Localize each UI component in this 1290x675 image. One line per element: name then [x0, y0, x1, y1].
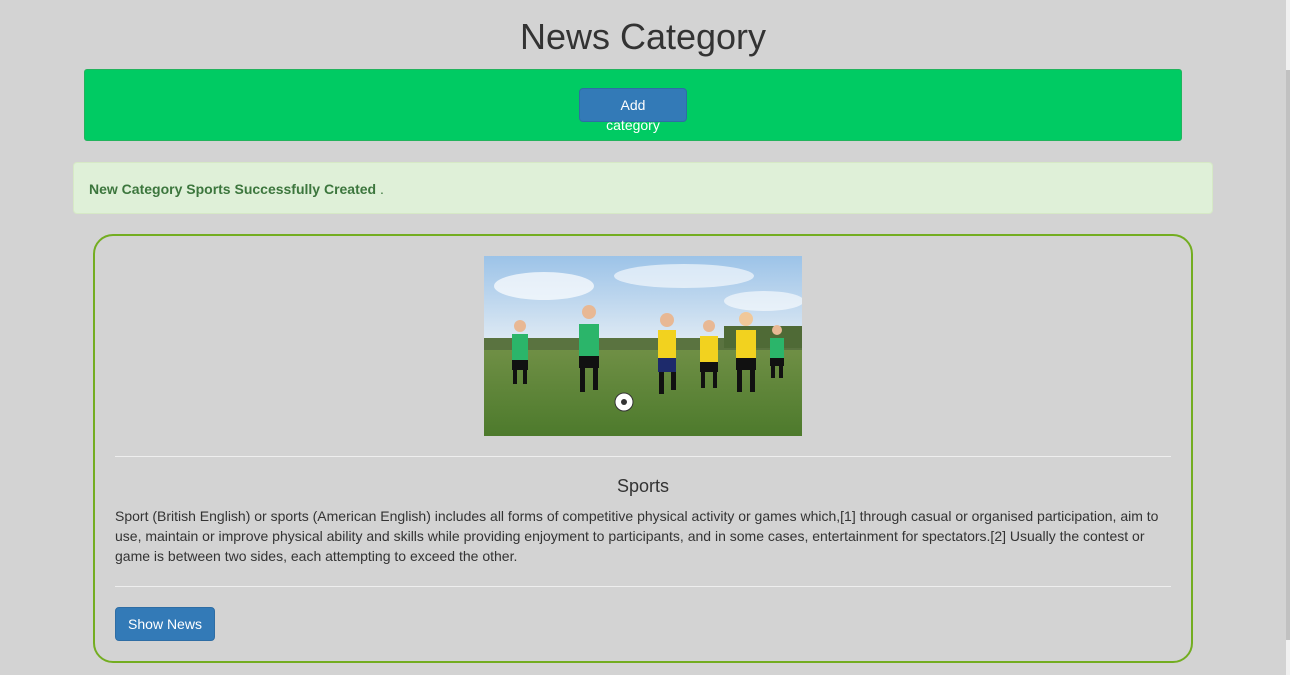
scrollbar-thumb[interactable] — [1286, 70, 1290, 640]
show-news-button[interactable]: Show News — [115, 607, 215, 641]
page-title: News Category — [519, 16, 767, 57]
category-title: Sports — [616, 476, 670, 496]
card-divider-bottom — [115, 586, 1171, 587]
success-alert: New Category Sports Successfully Created… — [73, 162, 1213, 214]
category-toolbar: Add category — [84, 69, 1182, 141]
alert-message: New Category Sports Successfully Created — [89, 181, 377, 197]
add-category-button[interactable]: Add category — [579, 88, 687, 133]
vertical-scrollbar[interactable] — [1286, 0, 1290, 675]
category-description: Sport (British English) or sports (Ameri… — [115, 508, 1159, 564]
alert-tail: . — [376, 181, 384, 197]
category-image — [484, 256, 802, 436]
category-card: Sports Sport (British English) or sports… — [93, 234, 1193, 663]
card-divider-top — [115, 456, 1171, 457]
